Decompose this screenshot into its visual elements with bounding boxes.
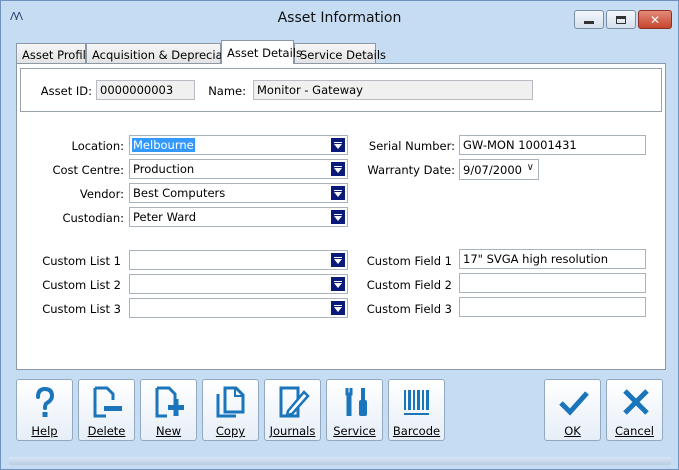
custom-field-3-label: Custom Field 3: [366, 302, 452, 316]
action-toolbar: Help Delete New Copy Journals Service Ba…: [1, 375, 678, 469]
dropdown-arrow-icon[interactable]: [331, 138, 345, 152]
custom-list-3-combo[interactable]: [129, 298, 348, 318]
help-icon: [36, 386, 55, 417]
custom-field-2[interactable]: [459, 273, 646, 293]
vendor-combo[interactable]: Best Computers: [129, 183, 348, 203]
location-label: Location:: [71, 139, 124, 153]
new-document-icon: [155, 386, 184, 418]
new-label: New: [155, 424, 182, 438]
close-button[interactable]: ✕: [638, 10, 672, 29]
asset-details-panel: Asset ID: 0000000003 Name: Monitor - Gat…: [16, 63, 666, 370]
delete-document-icon: [93, 386, 122, 418]
location-combo[interactable]: Melbourne: [129, 135, 348, 155]
tools-icon: [345, 388, 367, 416]
ok-label: OK: [564, 424, 581, 438]
custom-field-2-label: Custom Field 2: [366, 278, 452, 292]
custodian-label: Custodian:: [62, 211, 124, 225]
dropdown-arrow-icon[interactable]: [331, 210, 345, 224]
delete-button[interactable]: Delete: [78, 379, 135, 441]
warranty-date-value: 9/07/2000: [463, 163, 522, 177]
ok-button[interactable]: OK: [544, 379, 601, 441]
asset-id-group: Asset ID: 0000000003 Name: Monitor - Gat…: [20, 68, 662, 112]
asset-information-window: ᐱᐱ Asset Information ✕ Asset Profile Acq…: [0, 0, 679, 470]
custom-list-3-label: Custom List 3: [42, 302, 121, 316]
barcode-label: Barcode: [392, 424, 441, 438]
custom-list-2-combo[interactable]: [129, 274, 348, 294]
new-button[interactable]: New: [140, 379, 197, 441]
dropdown-arrow-icon[interactable]: [331, 253, 345, 267]
cost-centre-value: Production: [133, 162, 195, 176]
tab-service-details[interactable]: Service Details: [294, 43, 386, 64]
checkmark-icon: [559, 391, 589, 416]
custom-field-1-label: Custom Field 1: [366, 254, 452, 268]
vendor-value: Best Computers: [133, 186, 226, 200]
cancel-button[interactable]: Cancel: [606, 379, 663, 441]
asset-id-field[interactable]: 0000000003: [96, 80, 195, 100]
cost-centre-combo[interactable]: Production: [129, 159, 348, 179]
close-icon: ✕: [649, 12, 661, 27]
help-button[interactable]: Help: [16, 379, 73, 441]
dropdown-arrow-icon[interactable]: [331, 186, 345, 200]
cost-centre-label: Cost Centre:: [52, 163, 124, 177]
delete-label: Delete: [87, 424, 126, 438]
journals-button[interactable]: Journals: [264, 379, 321, 441]
journal-pencil-icon: [279, 386, 310, 418]
copy-label: Copy: [215, 424, 246, 438]
dropdown-arrow-icon[interactable]: [331, 162, 345, 176]
dropdown-arrow-icon[interactable]: [331, 301, 345, 315]
maximize-button[interactable]: [606, 10, 636, 29]
custodian-value: Peter Ward: [133, 210, 197, 224]
bottom-frame-band: [9, 457, 671, 465]
custom-field-1[interactable]: 17" SVGA high resolution: [459, 249, 646, 269]
copy-icon: [216, 386, 245, 418]
help-label: Help: [31, 424, 58, 438]
service-button[interactable]: Service: [326, 379, 383, 441]
maximize-icon: [616, 15, 626, 24]
chevron-down-icon[interactable]: ∨: [527, 162, 534, 173]
serial-number-field[interactable]: GW-MON 10001431: [459, 135, 646, 155]
barcode-button[interactable]: Barcode: [388, 379, 445, 441]
asset-id-label: Asset ID:: [40, 84, 92, 98]
title-bar[interactable]: ᐱᐱ Asset Information ✕: [1, 1, 678, 35]
barcode-icon: [404, 390, 429, 415]
serial-number-label: Serial Number:: [368, 139, 455, 153]
cancel-label: Cancel: [615, 424, 654, 438]
warranty-date-label: Warranty Date:: [367, 163, 455, 177]
name-field[interactable]: Monitor - Gateway: [253, 80, 533, 100]
dropdown-arrow-icon[interactable]: [331, 277, 345, 291]
custom-field-3[interactable]: [459, 297, 646, 317]
warranty-date-picker[interactable]: 9/07/2000 ∨: [459, 159, 539, 180]
tab-asset-profile[interactable]: Asset Profile: [16, 43, 93, 64]
custom-list-2-label: Custom List 2: [42, 278, 121, 292]
custodian-combo[interactable]: Peter Ward: [129, 207, 348, 227]
journals-label: Journals: [269, 424, 316, 438]
location-value: Melbourne: [132, 138, 195, 152]
tab-asset-details[interactable]: Asset Details: [221, 40, 302, 64]
vendor-label: Vendor:: [79, 187, 124, 201]
name-label: Name:: [208, 84, 246, 98]
tab-acquisition-depreciation[interactable]: Acquisition & Depreciation: [86, 43, 245, 64]
custom-list-1-label: Custom List 1: [42, 254, 121, 268]
copy-button[interactable]: Copy: [202, 379, 259, 441]
service-label: Service: [333, 424, 376, 438]
minimize-button[interactable]: [574, 10, 604, 29]
minimize-icon: [584, 21, 594, 24]
cancel-x-icon: [623, 389, 649, 415]
custom-list-1-combo[interactable]: [129, 250, 348, 270]
